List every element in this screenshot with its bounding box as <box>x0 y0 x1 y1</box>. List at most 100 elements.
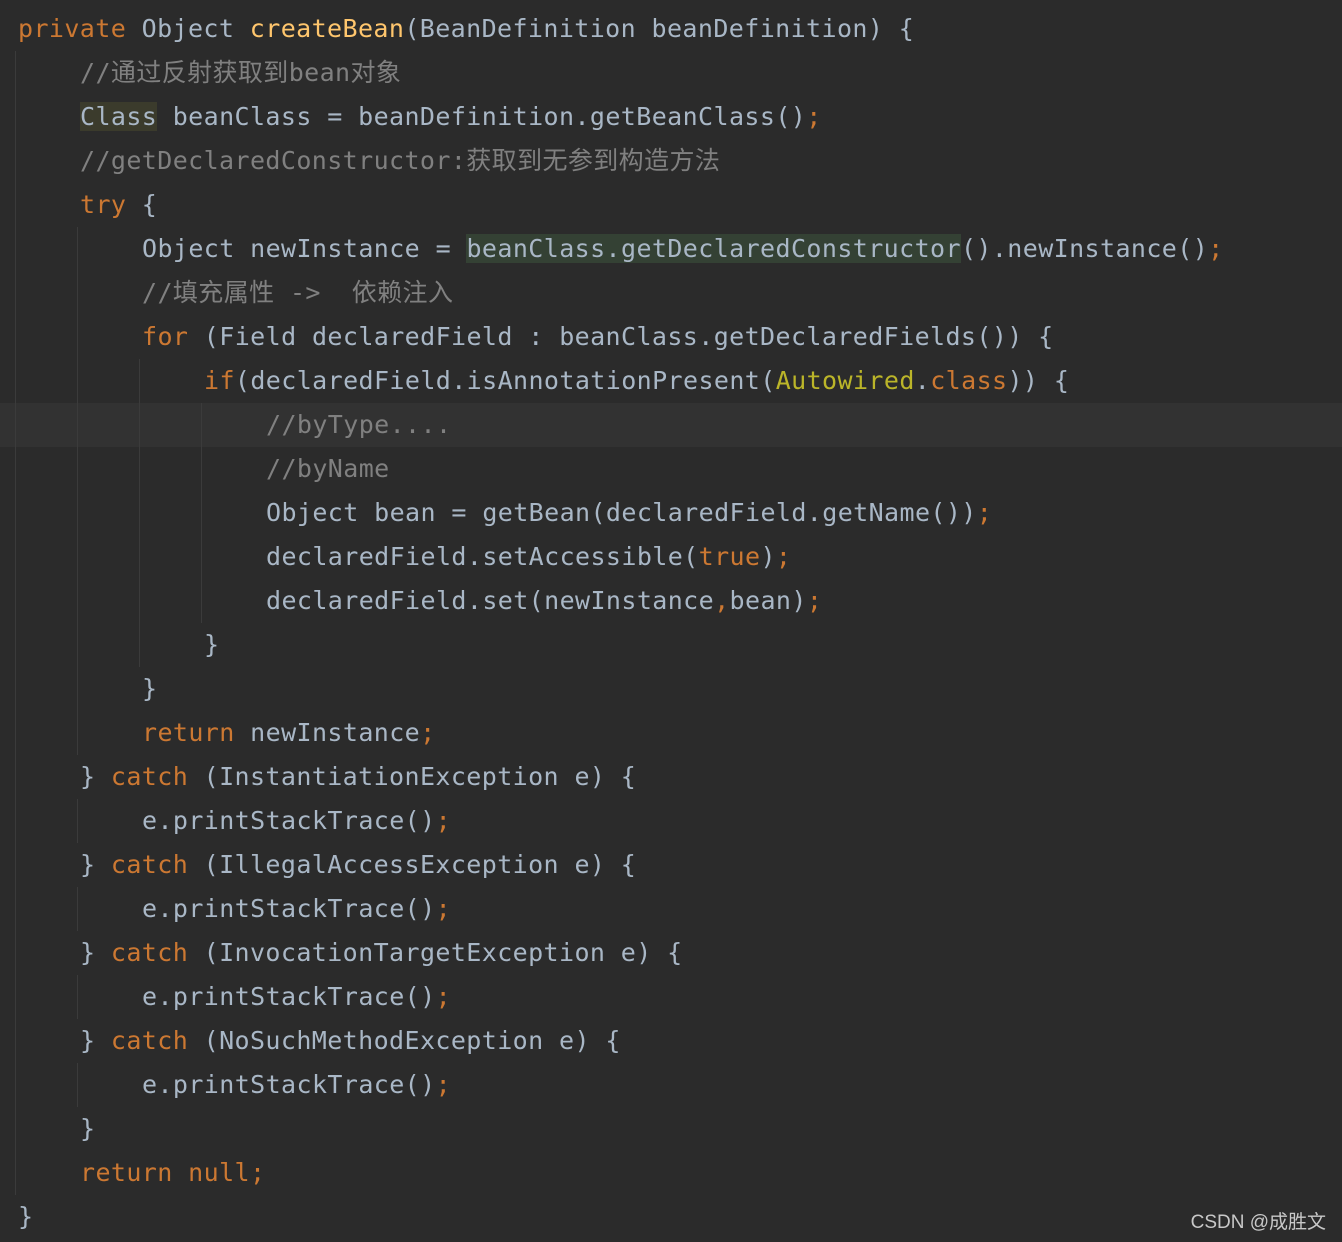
code-line[interactable]: //填充属性 -> 依赖注入 <box>0 271 1342 315</box>
indent-guide <box>15 447 16 491</box>
code-token: . <box>914 366 931 395</box>
code-line[interactable]: //通过反射获取到bean对象 <box>0 51 1342 95</box>
code-token: (InvocationTargetException e) { <box>188 938 683 967</box>
code-line[interactable]: } catch (InstantiationException e) { <box>0 755 1342 799</box>
indent-guide <box>15 359 16 403</box>
indent-guide <box>15 1151 16 1195</box>
code-token: } <box>204 630 220 659</box>
code-text: } <box>18 1195 33 1239</box>
indent-guide <box>15 1063 16 1107</box>
indent-guide <box>15 403 16 447</box>
code-token: private <box>18 14 127 43</box>
code-line[interactable]: return null; <box>0 1151 1342 1195</box>
code-line[interactable]: } catch (InvocationTargetException e) { <box>0 931 1342 975</box>
code-token: catch <box>110 938 189 967</box>
indent-guide <box>201 535 202 579</box>
code-text: } catch (InstantiationException e) { <box>80 755 636 799</box>
code-text: declaredField.setAccessible(true); <box>266 535 791 579</box>
code-line[interactable]: Class beanClass = beanDefinition.getBean… <box>0 95 1342 139</box>
code-token: } <box>80 850 111 879</box>
code-token: bean) <box>729 586 807 615</box>
code-token: e.printStackTrace() <box>142 1070 436 1099</box>
code-line[interactable]: e.printStackTrace(); <box>0 887 1342 931</box>
indent-guide <box>77 491 78 535</box>
code-line[interactable]: private Object createBean(BeanDefinition… <box>0 7 1342 51</box>
code-text: } <box>204 623 219 667</box>
code-line[interactable]: for (Field declaredField : beanClass.get… <box>0 315 1342 359</box>
code-line[interactable]: Object newInstance = beanClass.getDeclar… <box>0 227 1342 271</box>
indent-guide <box>15 799 16 843</box>
code-token: beanClass = beanDefinition.getBeanClass(… <box>157 102 807 131</box>
code-token: ; <box>435 982 452 1011</box>
code-token: catch <box>110 762 189 791</box>
code-line[interactable]: } <box>0 667 1342 711</box>
code-line[interactable]: //byName <box>0 447 1342 491</box>
indent-guide <box>77 887 78 931</box>
code-token: newInstance <box>234 718 421 747</box>
code-token: ; <box>1208 234 1224 263</box>
indent-guide <box>201 579 202 623</box>
indent-guide <box>15 843 16 887</box>
indent-guide <box>15 271 16 315</box>
indent-guide <box>139 359 140 403</box>
code-text: e.printStackTrace(); <box>142 1063 451 1107</box>
code-line[interactable]: e.printStackTrace(); <box>0 975 1342 1019</box>
indent-guide <box>201 491 202 535</box>
code-text: //byName <box>266 447 390 491</box>
indent-guide <box>15 183 16 227</box>
code-line[interactable]: } <box>0 623 1342 667</box>
indent-guide <box>15 1107 16 1151</box>
code-token: null <box>188 1158 250 1187</box>
code-token: Object <box>126 14 250 43</box>
indent-guide <box>139 535 140 579</box>
code-line[interactable]: declaredField.set(newInstance,bean); <box>0 579 1342 623</box>
code-token: declaredField.set(newInstance <box>266 586 715 615</box>
code-text: for (Field declaredField : beanClass.get… <box>142 315 1054 359</box>
code-line[interactable]: e.printStackTrace(); <box>0 1063 1342 1107</box>
indent-guide <box>15 667 16 711</box>
code-line[interactable]: } catch (NoSuchMethodException e) { <box>0 1019 1342 1063</box>
code-token: (declaredField.isAnnotationPresent( <box>234 366 776 395</box>
code-token: { <box>126 190 158 219</box>
code-token: ; <box>435 894 452 923</box>
code-line[interactable]: //getDeclaredConstructor:获取到无参到构造方法 <box>0 139 1342 183</box>
code-line[interactable]: Object bean = getBean(declaredField.getN… <box>0 491 1342 535</box>
code-line[interactable]: return newInstance; <box>0 711 1342 755</box>
code-token: ; <box>435 806 452 835</box>
code-line[interactable]: e.printStackTrace(); <box>0 799 1342 843</box>
indent-guide <box>15 535 16 579</box>
code-text: //填充属性 -> 依赖注入 <box>142 271 453 315</box>
indent-guide <box>139 447 140 491</box>
code-token: (Field declaredField : beanClass.getDecl… <box>188 322 1054 351</box>
code-editor[interactable]: private Object createBean(BeanDefinition… <box>0 7 1342 1239</box>
code-line[interactable]: } <box>0 1195 1342 1239</box>
code-token: Autowired <box>775 366 915 395</box>
code-line[interactable]: //byType.... <box>0 403 1342 447</box>
indent-guide <box>77 535 78 579</box>
code-text: } <box>80 1107 95 1151</box>
code-token: beanClass.getDeclaredConstructor <box>466 234 961 263</box>
code-token: ) <box>760 542 776 571</box>
code-line[interactable]: declaredField.setAccessible(true); <box>0 535 1342 579</box>
code-token: (NoSuchMethodException e) { <box>188 1026 621 1055</box>
code-token: } <box>80 938 111 967</box>
code-token: class <box>930 366 1008 395</box>
indent-guide <box>15 887 16 931</box>
code-text: Object bean = getBean(declaredField.getN… <box>266 491 992 535</box>
indent-guide <box>15 491 16 535</box>
code-token: } <box>80 762 111 791</box>
code-line[interactable]: } <box>0 1107 1342 1151</box>
code-token: Object bean = getBean(declaredField.getN… <box>266 498 977 527</box>
indent-guide <box>201 403 202 447</box>
code-token: (BeanDefinition beanDefinition) { <box>404 14 915 43</box>
indent-guide <box>139 579 140 623</box>
code-text: //getDeclaredConstructor:获取到无参到构造方法 <box>80 139 720 183</box>
code-line[interactable]: } catch (IllegalAccessException e) { <box>0 843 1342 887</box>
indent-guide <box>77 623 78 667</box>
code-text: } catch (NoSuchMethodException e) { <box>80 1019 621 1063</box>
code-line[interactable]: try { <box>0 183 1342 227</box>
code-token: declaredField.setAccessible( <box>266 542 699 571</box>
indent-guide <box>15 755 16 799</box>
code-line[interactable]: if(declaredField.isAnnotationPresent(Aut… <box>0 359 1342 403</box>
code-text: return null; <box>80 1151 265 1195</box>
